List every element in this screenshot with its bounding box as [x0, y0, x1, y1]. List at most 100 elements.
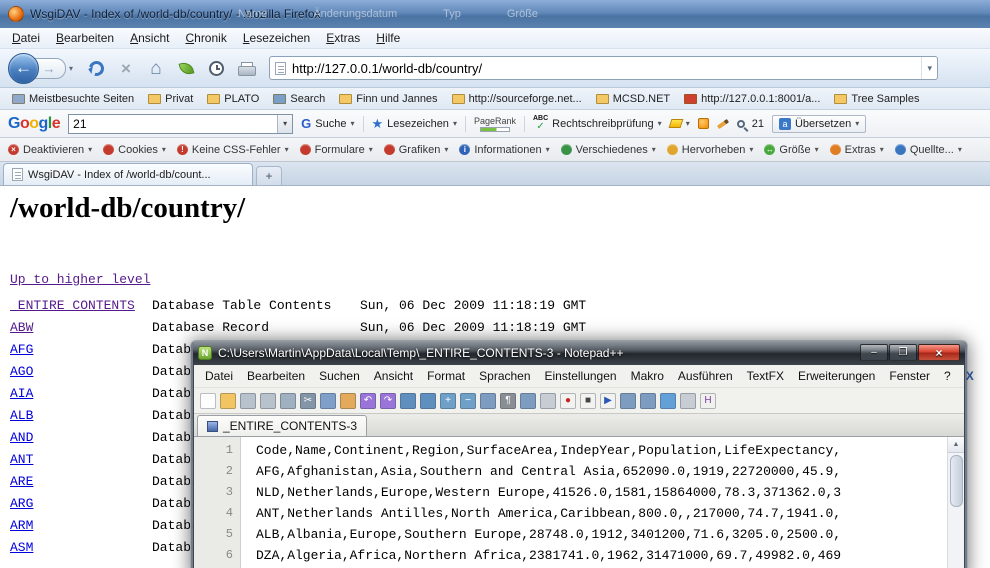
- bookmark-margin[interactable]: [240, 545, 256, 566]
- browser-tab-active[interactable]: WsgiDAV - Index of /world-db/count...: [3, 163, 253, 185]
- menu-item[interactable]: Einstellungen: [538, 367, 624, 385]
- toolbar-icon[interactable]: [640, 393, 656, 409]
- entry-link-cell[interactable]: ASM: [10, 540, 152, 555]
- webdev-menu-item[interactable]: i Informationen ▾: [459, 144, 549, 156]
- webdev-menu-item[interactable]: Hervorheben ▾: [667, 144, 754, 156]
- entry-link[interactable]: ARE: [10, 474, 33, 489]
- entry-link[interactable]: AND: [10, 430, 33, 445]
- toolbar-icon[interactable]: [340, 393, 356, 409]
- home-button[interactable]: ⌂: [143, 55, 169, 81]
- webdev-menu-item[interactable]: Quellte... ▾: [895, 144, 962, 156]
- menu-item[interactable]: Fenster: [882, 367, 937, 385]
- autofill-icon[interactable]: [698, 118, 709, 129]
- entry-link[interactable]: _ENTIRE_CONTENTS: [10, 298, 135, 313]
- highlighter-button[interactable]: ▾: [670, 119, 690, 128]
- menu-item[interactable]: ?: [937, 367, 958, 385]
- google-bookmarks-button[interactable]: ★ Lesezeichen ▾: [372, 117, 457, 130]
- line-text[interactable]: AFG,Afghanistan,Asia,Southern and Centra…: [256, 461, 841, 482]
- webdev-menu-item[interactable]: × Deaktivieren ▾: [8, 144, 92, 156]
- menu-item[interactable]: Ausführen: [671, 367, 740, 385]
- scrollbar-thumb[interactable]: [950, 455, 963, 507]
- firefox-titlebar[interactable]: WsgiDAV - Index of /world-db/country/ - …: [0, 0, 990, 28]
- toolbar-icon[interactable]: [200, 393, 216, 409]
- word-find-count[interactable]: 21: [737, 118, 764, 130]
- toolbar-icon[interactable]: [660, 393, 676, 409]
- entry-link-cell[interactable]: ALB: [10, 408, 152, 423]
- bookmark-margin[interactable]: [240, 440, 256, 461]
- entry-link-cell[interactable]: AIA: [10, 386, 152, 401]
- toolbar-icon[interactable]: [260, 393, 276, 409]
- history-dropdown-icon[interactable]: ▾: [69, 64, 73, 73]
- toolbar-icon[interactable]: ▶: [600, 393, 616, 409]
- entry-link-cell[interactable]: ARE: [10, 474, 152, 489]
- bookmark-margin[interactable]: [240, 482, 256, 503]
- entry-link-cell[interactable]: ARM: [10, 518, 152, 533]
- bookmark-item[interactable]: http://127.0.0.1:8001/a...: [678, 91, 826, 107]
- bookmark-margin[interactable]: [240, 503, 256, 524]
- line-text[interactable]: ALB,Albania,Europe,Southern Europe,28748…: [256, 524, 841, 545]
- translate-button[interactable]: a Übersetzen ▾: [772, 115, 866, 133]
- menu-item[interactable]: Format: [420, 367, 472, 385]
- google-search-button[interactable]: G Suche ▾: [301, 116, 354, 131]
- toolbar-icon[interactable]: +: [440, 393, 456, 409]
- entry-link-cell[interactable]: AGO: [10, 364, 152, 379]
- line-text[interactable]: ANT,Netherlands Antilles,North America,C…: [256, 503, 841, 524]
- menu-item[interactable]: Ansicht: [122, 29, 177, 47]
- new-tab-button[interactable]: +: [256, 166, 282, 185]
- url-text[interactable]: http://127.0.0.1/world-db/country/: [292, 61, 921, 76]
- toolbar-icon[interactable]: ●: [560, 393, 576, 409]
- toolbar-icon[interactable]: H: [700, 393, 716, 409]
- toolbar-icon[interactable]: ↷: [380, 393, 396, 409]
- pagerank-widget[interactable]: PageRank: [474, 116, 516, 132]
- toolbar-icon[interactable]: ↶: [360, 393, 376, 409]
- search-history-dropdown-icon[interactable]: ▾: [277, 115, 292, 133]
- addon-leaf-button[interactable]: [173, 55, 199, 81]
- toolbar-icon[interactable]: [320, 393, 336, 409]
- history-clock-button[interactable]: [203, 55, 229, 81]
- reload-button[interactable]: [83, 55, 109, 81]
- google-search-box[interactable]: ▾: [68, 114, 293, 134]
- toolbar-icon[interactable]: [680, 393, 696, 409]
- scroll-up-icon[interactable]: ▲: [948, 437, 965, 453]
- line-text[interactable]: Code,Name,Continent,Region,SurfaceArea,I…: [256, 440, 841, 461]
- toolbar-icon[interactable]: [480, 393, 496, 409]
- close-button[interactable]: ×: [918, 344, 960, 361]
- entry-link[interactable]: ABW: [10, 320, 33, 335]
- toolbar-icon[interactable]: [400, 393, 416, 409]
- toolbar-icon[interactable]: [280, 393, 296, 409]
- menu-item[interactable]: Suchen: [312, 367, 367, 385]
- entry-link[interactable]: ARG: [10, 496, 33, 511]
- back-button[interactable]: ←: [8, 53, 39, 84]
- webdev-menu-item[interactable]: ! Keine CSS-Fehler ▾: [177, 144, 289, 156]
- entry-link[interactable]: ARM: [10, 518, 33, 533]
- entry-link-cell[interactable]: AND: [10, 430, 152, 445]
- entry-link[interactable]: ALB: [10, 408, 33, 423]
- minimize-button[interactable]: –: [860, 344, 888, 361]
- toolbar-icon[interactable]: [540, 393, 556, 409]
- toolbar-icon[interactable]: ¶: [500, 393, 516, 409]
- menu-item[interactable]: Hilfe: [368, 29, 408, 47]
- stop-button[interactable]: ×: [113, 55, 139, 81]
- google-search-input[interactable]: [69, 117, 277, 131]
- bookmark-margin[interactable]: [240, 461, 256, 482]
- entry-link-cell[interactable]: ANT: [10, 452, 152, 467]
- line-text[interactable]: NLD,Netherlands,Europe,Western Europe,41…: [256, 482, 841, 503]
- entry-link[interactable]: AIA: [10, 386, 33, 401]
- toolbar-icon[interactable]: [520, 393, 536, 409]
- toolbar-icon[interactable]: [220, 393, 236, 409]
- vertical-scrollbar[interactable]: ▲: [947, 437, 964, 568]
- notepad-window[interactable]: N C:\Users\Martin\AppData\Local\Temp\_EN…: [190, 340, 968, 568]
- maximize-button[interactable]: ❒: [889, 344, 917, 361]
- bookmark-item[interactable]: MCSD.NET: [590, 91, 676, 107]
- url-bar[interactable]: http://127.0.0.1/world-db/country/ ▾: [269, 56, 938, 80]
- bookmark-margin[interactable]: [240, 524, 256, 545]
- print-button[interactable]: [233, 55, 259, 81]
- menu-item[interactable]: Datei: [198, 367, 240, 385]
- toolbar-icon[interactable]: [620, 393, 636, 409]
- menu-item[interactable]: Sprachen: [472, 367, 537, 385]
- bookmark-item[interactable]: PLATO: [201, 91, 265, 107]
- entry-link-cell[interactable]: ABW: [10, 320, 152, 335]
- menu-item[interactable]: Erweiterungen: [791, 367, 882, 385]
- toolbar-icon[interactable]: −: [460, 393, 476, 409]
- menu-item[interactable]: Bearbeiten: [240, 367, 312, 385]
